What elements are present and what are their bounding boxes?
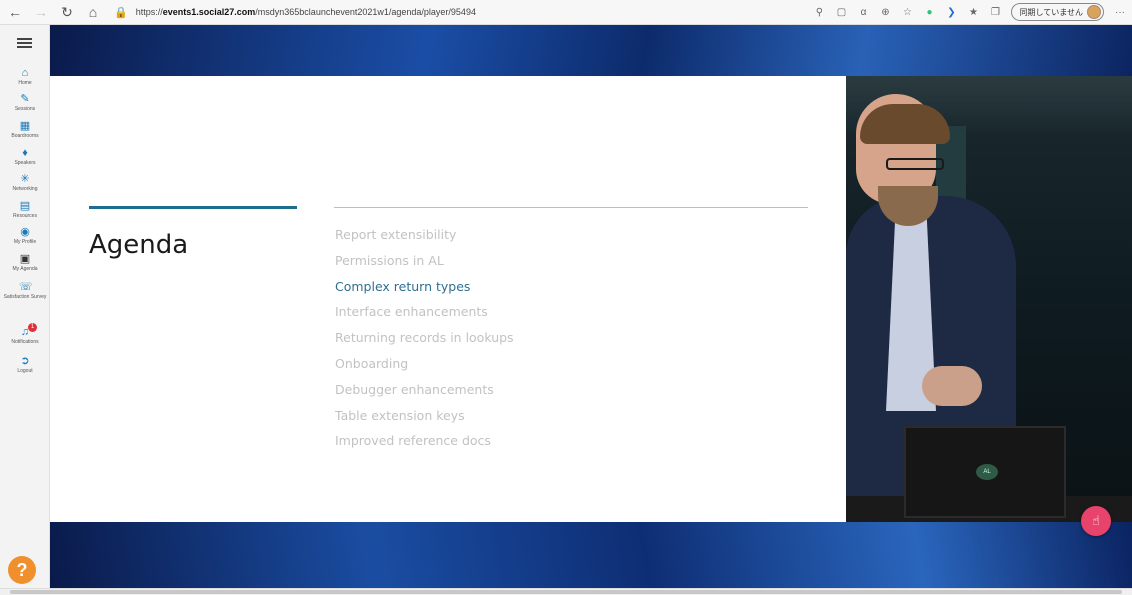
survey-icon: ☏ <box>19 281 33 293</box>
presenter-hands <box>922 366 982 406</box>
scrollbar-thumb[interactable] <box>10 590 1122 594</box>
agenda-item: Returning records in lookups <box>335 330 514 346</box>
lock-icon: 🔒 <box>114 6 128 19</box>
agenda-item: Debugger enhancements <box>335 381 494 397</box>
sidebar-item-logout[interactable]: ➲ Logout <box>0 355 50 374</box>
browser-toolbar: ← → ↻ ⌂ 🔒 https://events1.social27.com/m… <box>0 0 1132 25</box>
profile-button[interactable]: 同期していません <box>1011 3 1104 21</box>
speakers-icon: ♦ <box>22 147 28 159</box>
back-arrow-icon[interactable]: ← <box>4 1 26 23</box>
sidebar-item-networking[interactable]: ✳ Networking <box>0 173 50 192</box>
laptop: AL <box>904 426 1066 518</box>
favorites-icon[interactable]: ★ <box>967 7 979 18</box>
agenda-item: Interface enhancements <box>335 304 488 320</box>
search-icon[interactable]: ⚲ <box>813 7 825 18</box>
agenda-item: Improved reference docs <box>335 433 491 449</box>
video-stage: Agenda Report extensibility Permissions … <box>50 25 1132 588</box>
notification-badge: 1 <box>28 323 37 332</box>
like-button[interactable]: ☝ <box>1081 506 1111 536</box>
sidebar-item-satisfaction-survey[interactable]: ☏ Satisfaction Survey <box>0 281 50 300</box>
networking-icon: ✳ <box>20 173 30 185</box>
agenda-item: Table extension keys <box>335 407 465 423</box>
agenda-icon: ▣ <box>19 253 31 265</box>
help-button[interactable]: ? <box>8 556 36 584</box>
event-sidebar: ⌂ Home ✎ Sessions ▦ Boardrooms ♦ Speaker… <box>0 25 50 595</box>
logout-icon: ➲ <box>20 355 30 367</box>
profile-icon: ◉ <box>20 226 30 238</box>
more-menu-icon[interactable]: ··· <box>1114 7 1126 18</box>
extension-arrow-icon[interactable]: ❯ <box>945 7 957 18</box>
address-bar[interactable]: 🔒 https://events1.social27.com/msdyn365b… <box>114 2 794 22</box>
background-band <box>50 522 1132 588</box>
zoom-icon[interactable]: ⊕ <box>879 7 891 18</box>
read-aloud-icon[interactable]: α <box>857 7 869 18</box>
extension-icon[interactable]: ● <box>923 7 935 18</box>
presenter-glasses <box>886 158 944 170</box>
agenda-item-active: Complex return types <box>335 278 471 294</box>
collections-icon[interactable]: ❐ <box>989 7 1001 18</box>
thumbs-up-icon: ☝ <box>1092 513 1100 528</box>
slide-title: Agenda <box>89 230 189 260</box>
sidebar-item-boardrooms[interactable]: ▦ Boardrooms <box>0 120 50 139</box>
reader-view-icon[interactable]: ▢ <box>835 7 847 18</box>
sidebar-item-my-profile[interactable]: ◉ My Profile <box>0 226 50 245</box>
presenter-hair <box>860 104 950 144</box>
sidebar-item-speakers[interactable]: ♦ Speakers <box>0 147 50 166</box>
horizontal-scrollbar[interactable] <box>0 588 1132 595</box>
laptop-logo: AL <box>976 464 998 480</box>
agenda-item: Permissions in AL <box>335 252 444 268</box>
presenter-video[interactable]: AL <box>846 76 1132 522</box>
sidebar-item-notifications[interactable]: ♫ 1 Notifications <box>0 323 50 345</box>
background-band <box>50 25 1132 76</box>
sidebar-item-resources[interactable]: ▤ Resources <box>0 200 50 219</box>
sidebar-item-sessions[interactable]: ✎ Sessions <box>0 93 50 112</box>
sidebar-item-my-agenda[interactable]: ▣ My Agenda <box>0 253 50 272</box>
home-icon[interactable]: ⌂ <box>82 1 104 23</box>
presentation-slide: Agenda Report extensibility Permissions … <box>50 76 846 522</box>
hamburger-menu-icon[interactable] <box>17 38 32 48</box>
sessions-icon: ✎ <box>20 93 30 105</box>
profile-label: 同期していません <box>1019 7 1083 17</box>
agenda-divider-line <box>334 207 808 208</box>
home-icon: ⌂ <box>21 67 29 79</box>
agenda-item: Onboarding <box>335 355 409 371</box>
resources-icon: ▤ <box>19 200 31 212</box>
sidebar-item-home[interactable]: ⌂ Home <box>0 67 50 86</box>
boardrooms-icon: ▦ <box>19 120 31 132</box>
avatar <box>1087 5 1101 19</box>
forward-arrow-icon[interactable]: → <box>30 1 52 23</box>
favorite-add-icon[interactable]: ☆ <box>901 7 913 18</box>
url-text: https://events1.social27.com/msdyn365bcl… <box>135 7 476 17</box>
presenter-head <box>856 94 950 226</box>
title-accent-line <box>89 206 297 209</box>
refresh-icon[interactable]: ↻ <box>56 1 78 23</box>
agenda-list: Report extensibility Permissions in AL C… <box>335 227 514 459</box>
agenda-item: Report extensibility <box>335 227 457 242</box>
